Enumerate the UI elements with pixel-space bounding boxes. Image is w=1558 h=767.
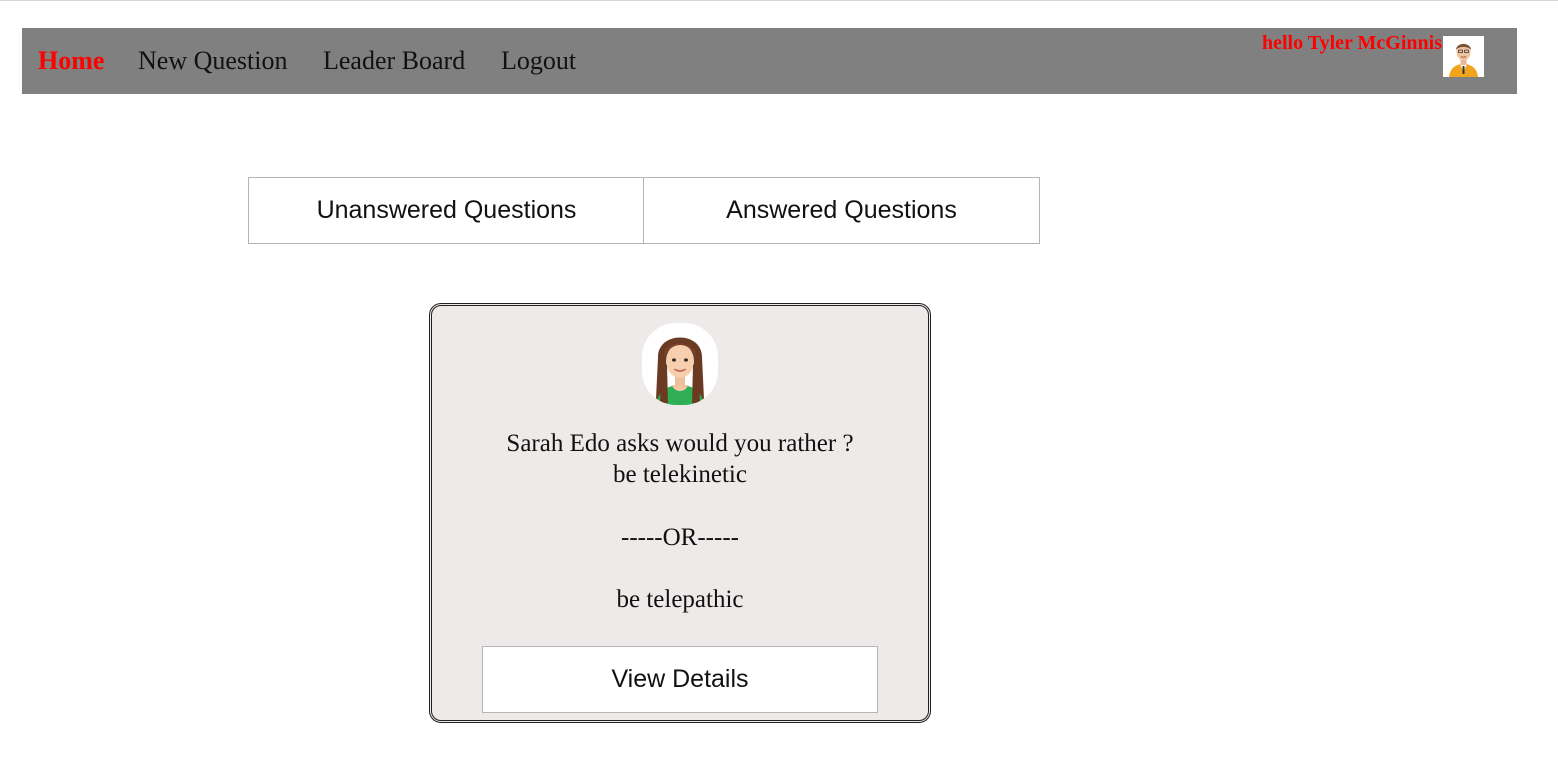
female-avatar-icon (642, 323, 718, 405)
nav-logout-link[interactable]: Logout (501, 28, 576, 94)
nav-new-question-link[interactable]: New Question (138, 28, 287, 94)
question-author-prompt: Sarah Edo asks would you rather ? (506, 430, 854, 457)
option-two-text: be telepathic (616, 586, 744, 613)
navbar: Home New Question Leader Board Logout he… (22, 28, 1517, 94)
top-divider (0, 0, 1558, 1)
tab-unanswered-questions[interactable]: Unanswered Questions (248, 177, 645, 244)
question-card: Sarah Edo asks would you rather ? be tel… (429, 303, 931, 723)
tab-answered-questions[interactable]: Answered Questions (643, 177, 1040, 244)
user-greeting: hello Tyler McGinnis (1261, 32, 1442, 54)
nav-home-link[interactable]: Home (38, 28, 104, 94)
question-tabs: Unanswered Questions Answered Questions (248, 177, 1040, 244)
option-one-text: be telekinetic (613, 461, 747, 488)
user-avatar (1443, 36, 1484, 77)
nav-leader-board-link[interactable]: Leader Board (323, 28, 465, 94)
or-separator: -----OR----- (621, 524, 739, 551)
author-avatar (642, 323, 718, 405)
male-avatar-icon (1443, 36, 1484, 77)
view-details-button[interactable]: View Details (482, 646, 878, 713)
